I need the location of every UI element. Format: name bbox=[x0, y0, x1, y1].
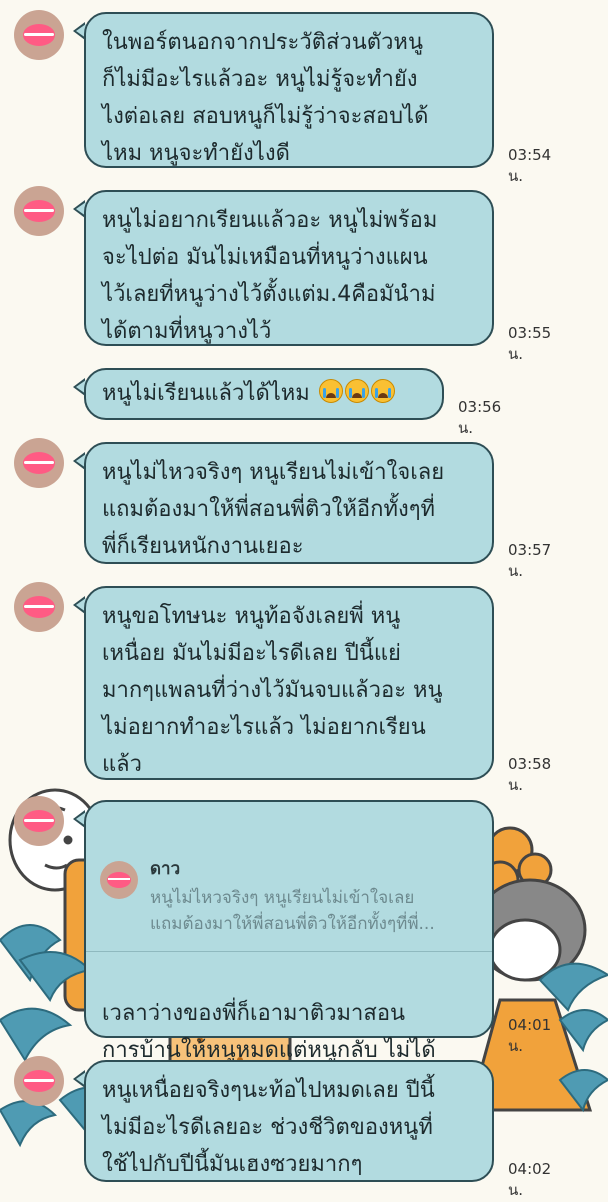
loudly-crying-face-icon bbox=[318, 379, 343, 403]
sender-avatar[interactable] bbox=[14, 1056, 64, 1106]
lips-icon bbox=[23, 810, 55, 832]
lips-icon bbox=[23, 452, 55, 474]
lips-icon bbox=[23, 200, 55, 222]
sender-avatar[interactable] bbox=[14, 438, 64, 488]
sender-avatar[interactable] bbox=[14, 186, 64, 236]
message-bubble[interactable]: ในพอร์ตนอกจากประวัติส่วนตัวหนู ก็ไม่มีอะ… bbox=[84, 12, 494, 168]
sender-avatar[interactable] bbox=[14, 10, 64, 60]
quoted-sender-avatar bbox=[100, 861, 138, 899]
loudly-crying-face-icon bbox=[370, 379, 395, 403]
message-text: หนูไม่เรียนแล้วได้ไหม bbox=[102, 381, 310, 406]
reply-message-bubble[interactable]: ดาว หนูไม่ไหวจริงๆ หนูเรียนไม่เข้าใจเลย … bbox=[84, 800, 494, 1100]
message-bubble[interactable]: หนูไม่อยากเรียนแล้วอะ หนูไม่พร้อม จะไปต่… bbox=[84, 190, 494, 346]
lips-icon bbox=[23, 24, 55, 46]
quoted-sender-name: ดาว bbox=[150, 859, 181, 879]
lips-icon bbox=[23, 1070, 55, 1092]
quoted-message-text: หนูไม่ไหวจริงๆ หนูเรียนไม่เข้าใจเลย แถมต… bbox=[150, 888, 435, 934]
message-time: 04:01 น. bbox=[508, 1016, 552, 1055]
message-time: 03:56 น. bbox=[458, 398, 502, 437]
message-time: 04:02 น. bbox=[508, 1160, 552, 1199]
message-time: 03:54 น. bbox=[508, 146, 552, 185]
sender-avatar[interactable] bbox=[14, 796, 64, 846]
quoted-message[interactable]: ดาว หนูไม่ไหวจริงๆ หนูเรียนไม่เข้าใจเลย … bbox=[86, 839, 492, 952]
sender-avatar[interactable] bbox=[14, 582, 64, 632]
message-time: 03:55 น. bbox=[508, 324, 552, 363]
message-time: 03:58 น. bbox=[508, 755, 552, 794]
message-time: 03:57 น. bbox=[508, 541, 552, 580]
message-bubble[interactable]: หนูไม่ไหวจริงๆ หนูเรียนไม่เข้าใจเลย แถมต… bbox=[84, 442, 494, 564]
message-bubble[interactable]: หนูเหนื่อยจริงๆนะท้อไปหมดเลย ปีนี้ ไม่มี… bbox=[84, 1060, 494, 1182]
lips-icon bbox=[23, 596, 55, 618]
loudly-crying-face-icon bbox=[344, 379, 369, 403]
message-bubble[interactable]: หนูขอโทษนะ หนูท้อจังเลยพี่ หนู เหนื่อย ม… bbox=[84, 586, 494, 780]
lips-icon bbox=[107, 872, 131, 888]
message-bubble[interactable]: หนูไม่เรียนแล้วได้ไหม bbox=[84, 368, 444, 420]
